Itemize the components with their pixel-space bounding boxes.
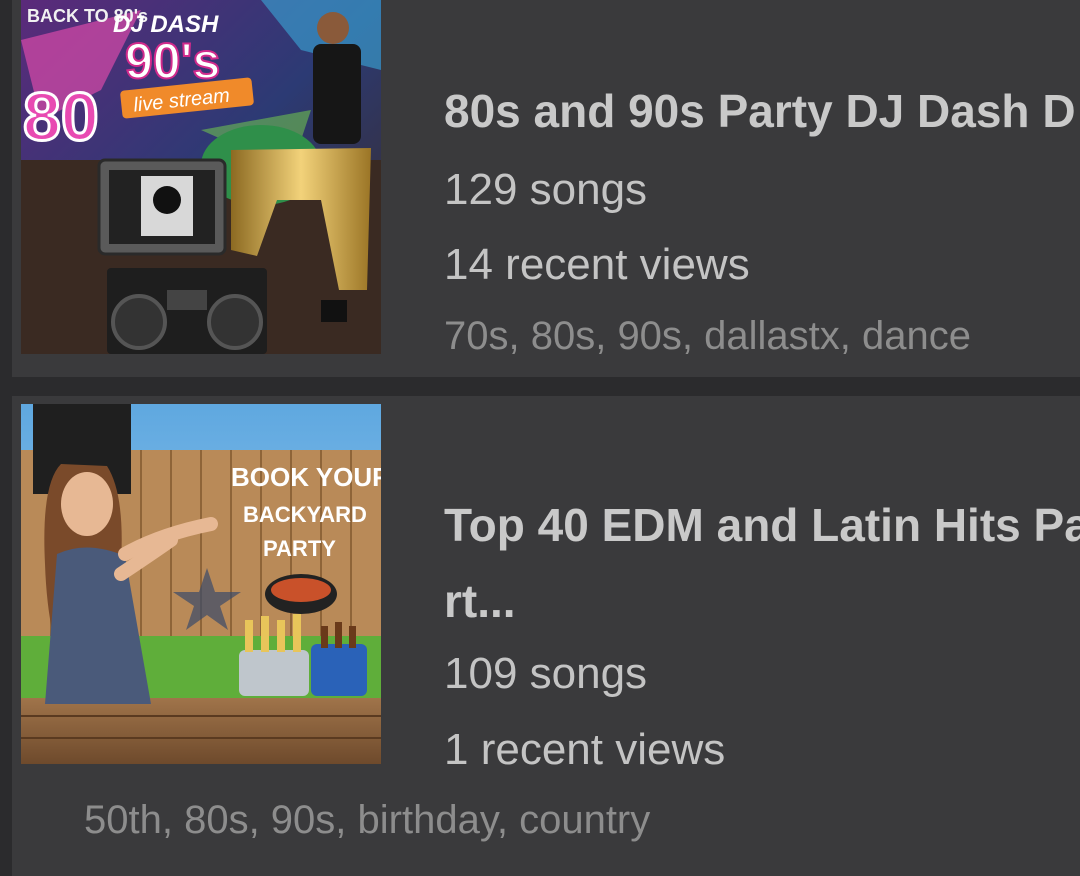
song-count: 129 songs [444, 165, 648, 214]
playlist-cover-image[interactable]: BOOK YOUR BACKYARD PARTY [21, 404, 381, 764]
playlist-title[interactable]: 80s and 90s Party DJ Dash D [444, 88, 1076, 134]
playlist-card-1[interactable]: BACK TO 80's DJ DASH 90's live stream 80… [12, 0, 1080, 377]
svg-text:90's: 90's [125, 33, 220, 89]
svg-text:BOOK YOUR: BOOK YOUR [231, 462, 381, 492]
song-count: 109 songs [444, 649, 648, 698]
playlist-tags: 70s, 80s, 90s, dallastx, dance [444, 314, 971, 358]
svg-text:BACKYARD: BACKYARD [243, 502, 367, 527]
recent-views: 14 recent views [444, 240, 750, 289]
playlist-card-2[interactable]: BOOK YOUR BACKYARD PARTY Top 40 EDM and … [12, 396, 1080, 876]
recent-views: 1 recent views [444, 725, 726, 774]
playlist-title-line-1[interactable]: Top 40 EDM and Latin Hits Pa [444, 502, 1080, 548]
playlist-tags: 50th, 80s, 90s, birthday, country [84, 798, 651, 842]
playlist-title-line-2[interactable]: rt... [444, 578, 516, 624]
svg-text:PARTY: PARTY [263, 536, 336, 561]
playlist-cover-image[interactable]: BACK TO 80's DJ DASH 90's live stream 80 [21, 0, 381, 354]
svg-text:80: 80 [23, 79, 99, 155]
